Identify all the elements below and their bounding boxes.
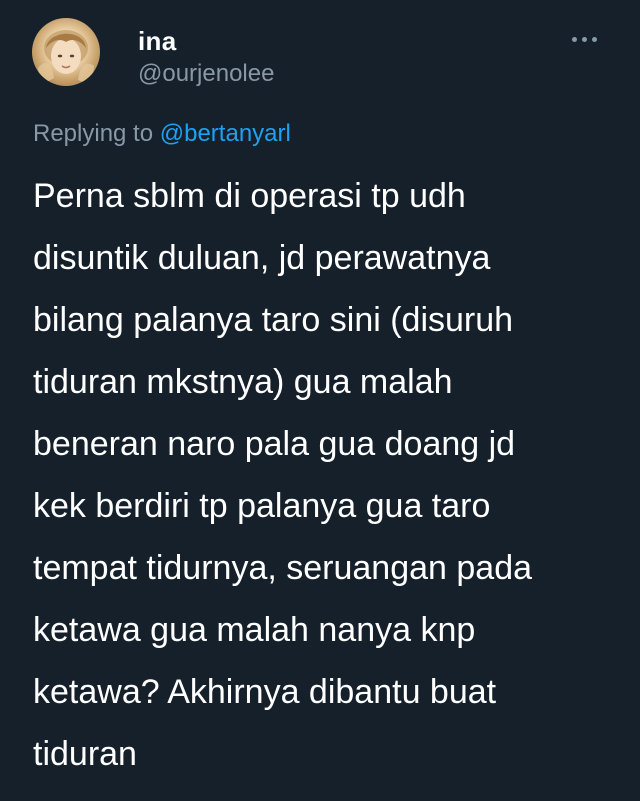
tweet-text-line: kek berdiri tp palanya gua taro xyxy=(33,487,491,525)
reply-mention-link[interactable]: @bertanyarl xyxy=(160,120,291,147)
tweet-text-line: tiduran mkstnya) gua malah xyxy=(33,363,453,401)
user-handle[interactable]: @ourjenolee xyxy=(138,62,274,86)
more-horizontal-icon xyxy=(571,36,577,42)
tweet-card: ina @ourjenolee Replying to @bertanyarl … xyxy=(0,0,640,801)
tweet-text-line: Perna sblm di operasi tp udh xyxy=(33,177,466,215)
tweet-text-line: beneran naro pala gua doang jd xyxy=(33,425,516,463)
profile-photo-icon xyxy=(38,30,94,86)
avatar[interactable] xyxy=(32,18,100,86)
replying-to: Replying to @bertanyarl xyxy=(33,120,291,149)
more-horizontal-icon xyxy=(591,36,597,42)
tweet-text-line: ketawa? Akhirnya dibantu buat xyxy=(33,673,497,711)
tweet-text-line: disuntik duluan, jd perawatnya xyxy=(33,239,491,277)
display-name[interactable]: ina xyxy=(138,28,176,54)
tweet-text: Perna sblm di operasi tp udh disuntik du… xyxy=(33,165,623,785)
tweet-text-line: bilang palanya taro sini (disuruh xyxy=(33,301,514,339)
more-horizontal-icon xyxy=(581,36,587,42)
tweet-text-line: ketawa gua malah nanya knp xyxy=(33,611,476,649)
tweet-text-line: tiduran xyxy=(33,735,137,773)
more-options-button[interactable] xyxy=(562,26,606,52)
tweet-text-line: tempat tidurnya, seruangan pada xyxy=(33,549,533,587)
replying-to-label: Replying to xyxy=(33,120,154,147)
